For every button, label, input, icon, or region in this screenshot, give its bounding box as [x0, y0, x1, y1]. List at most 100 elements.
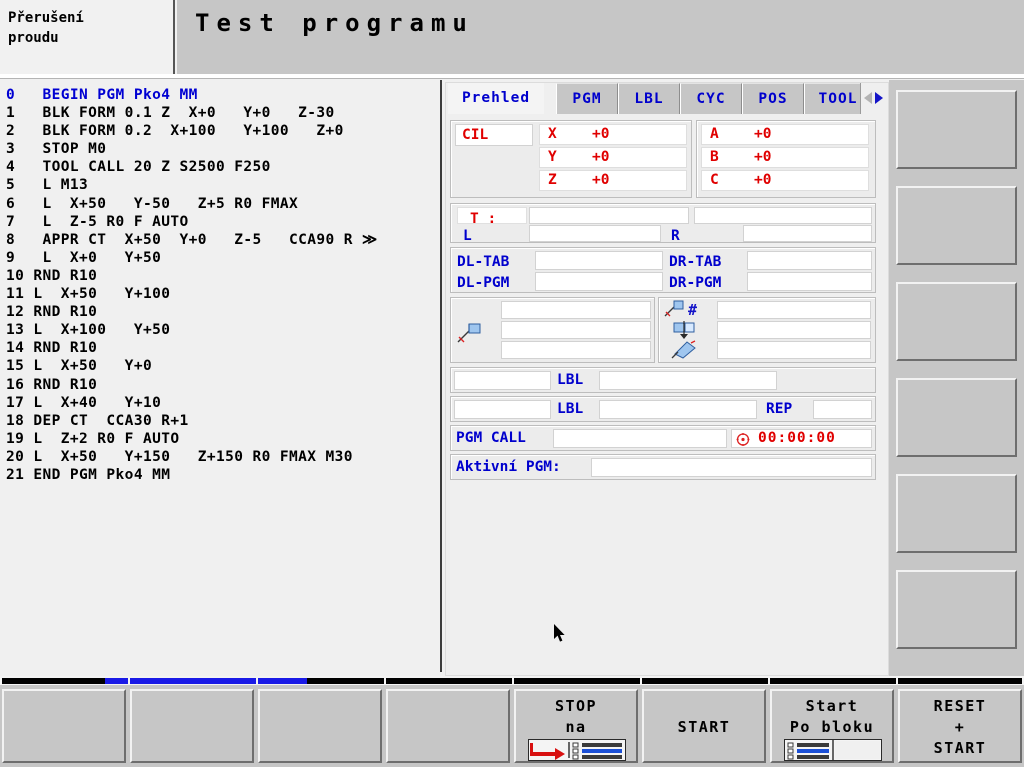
program-line[interactable]: 9 L X+0 Y+50: [0, 249, 440, 267]
vertical-softkey-5[interactable]: [896, 474, 1017, 553]
lbl2-number: [454, 400, 551, 419]
timer-value: 00:00:00: [758, 430, 836, 446]
program-line[interactable]: 21 END PGM Pko4 MM: [0, 466, 440, 484]
softkey-4[interactable]: [386, 689, 510, 763]
dr-pgm-label-box: DR-PGM: [667, 272, 745, 291]
program-line[interactable]: 0 BEGIN PGM Pko4 MM: [0, 86, 440, 104]
softkey-1[interactable]: [2, 689, 126, 763]
axis-row-x: X +0: [539, 124, 687, 145]
program-line[interactable]: 12 RND R10: [0, 303, 440, 321]
softkey-reset-line3: START: [933, 739, 987, 757]
rotation-icon: [671, 340, 699, 364]
program-line[interactable]: 5 L M13: [0, 176, 440, 194]
softkey-single-block[interactable]: Start Po bloku: [770, 689, 894, 763]
tab-pgm[interactable]: PGM: [556, 83, 618, 114]
datum-shift-x: [501, 301, 651, 319]
softkey-start[interactable]: START: [642, 689, 766, 763]
status-panel-body: CIL X +0 Y +0 Z +0 A +0 B +0 C +0 T: L …: [446, 116, 888, 675]
top-bar-divider: [0, 74, 1024, 79]
cnc-control-screen: Přerušení proudu Test programu 0 BEGIN P…: [0, 0, 1024, 767]
mouse-cursor: [554, 624, 566, 643]
vertical-softkey-2[interactable]: [896, 186, 1017, 265]
axes-group-linear: CIL X +0 Y +0 Z +0: [450, 120, 692, 198]
axis-name: Z: [548, 172, 557, 188]
axis-name: C: [710, 172, 719, 188]
program-line[interactable]: 16 RND R10: [0, 376, 440, 394]
vertical-softkey-column: [889, 80, 1024, 676]
datum-number-value: [717, 301, 871, 319]
softkey-start-label: START: [677, 718, 731, 736]
program-line[interactable]: 15 L X+50 Y+0: [0, 357, 440, 375]
dl-pgm-label-box: DL-PGM: [455, 272, 533, 291]
program-line[interactable]: 10 RND R10: [0, 267, 440, 285]
tab-cyc[interactable]: CYC: [680, 83, 742, 114]
axes-group-rotary: A +0 B +0 C +0: [696, 120, 876, 198]
timer-field: 00:00:00: [731, 429, 872, 448]
tab-scroll-arrows[interactable]: [860, 83, 886, 114]
softkey-singleblock-line1: Start: [805, 697, 859, 715]
softkey-3[interactable]: [258, 689, 382, 763]
program-line[interactable]: 18 DEP CT CCA30 R+1: [0, 412, 440, 430]
program-line[interactable]: 2 BLK FORM 0.2 X+100 Y+100 Z+0: [0, 122, 440, 140]
label-row-1: LBL: [450, 367, 876, 393]
softkey-stop-at-block[interactable]: STOP na: [514, 689, 638, 763]
axis-row-a: A +0: [701, 124, 869, 145]
program-line[interactable]: 17 L X+40 Y+10: [0, 394, 440, 412]
axis-row-c: C +0: [701, 170, 869, 191]
chevron-right-icon[interactable]: [875, 92, 883, 104]
bottom-softkey-bar: STOP na START Start Po bloku RESET + STA…: [0, 685, 1024, 767]
mode-title: Test programu: [195, 9, 474, 37]
program-line[interactable]: 20 L X+50 Y+150 Z+150 R0 FMAX M30: [0, 448, 440, 466]
cil-label-field: CIL: [455, 124, 533, 146]
program-line[interactable]: 19 L Z+2 R0 F AUTO: [0, 430, 440, 448]
program-line[interactable]: 8 APPR CT X+50 Y+0 Z-5 CCA90 R ≫: [0, 231, 440, 249]
tool-t-name: [694, 207, 872, 224]
pgm-call-label: PGM CALL: [456, 430, 526, 446]
lbl1-label: LBL: [557, 372, 584, 388]
program-line[interactable]: 14 RND R10: [0, 339, 440, 357]
dl-pgm-value: [535, 272, 663, 291]
program-line[interactable]: 11 L X+50 Y+100: [0, 285, 440, 303]
softkey-singleblock-line2: Po bloku: [789, 718, 875, 736]
lbl2-name-value: [599, 400, 757, 419]
vertical-softkey-3[interactable]: [896, 282, 1017, 361]
vertical-softkey-1[interactable]: [896, 90, 1017, 169]
pgm-call-row: PGM CALL 00:00:00: [450, 425, 876, 451]
status-info-panel: Prehled PGM LBL CYC POS TOOL CIL X +0 Y …: [445, 82, 889, 676]
softkey-reset-start[interactable]: RESET + START: [898, 689, 1022, 763]
program-line[interactable]: 4 TOOL CALL 20 Z S2500 F250: [0, 158, 440, 176]
svg-text:#: #: [688, 301, 697, 319]
tab-lbl[interactable]: LBL: [618, 83, 680, 114]
rotation-value: [717, 341, 871, 359]
program-line[interactable]: 13 L X+100 Y+50: [0, 321, 440, 339]
dr-tab-label: DR-TAB: [669, 254, 722, 270]
softkey-2[interactable]: [130, 689, 254, 763]
tab-pos[interactable]: POS: [742, 83, 804, 114]
dl-pgm-label: DL-PGM: [457, 275, 510, 291]
program-line[interactable]: 7 L Z-5 R0 F AUTO: [0, 213, 440, 231]
program-line[interactable]: 3 STOP M0: [0, 140, 440, 158]
axis-name: B: [710, 149, 719, 165]
program-listing[interactable]: 0 BEGIN PGM Pko4 MM 1 BLK FORM 0.1 Z X+0…: [0, 80, 442, 672]
softkey-stop-line2: na: [565, 718, 587, 736]
datum-shift-group: [450, 297, 655, 363]
axis-value: +0: [754, 149, 772, 165]
tool-r-label: R: [671, 228, 680, 244]
mode-title-box: Test programu: [177, 0, 1024, 74]
axis-name: X: [548, 126, 557, 142]
program-line[interactable]: 6 L X+50 Y-50 Z+5 R0 FMAX: [0, 195, 440, 213]
vertical-softkey-6[interactable]: [896, 570, 1017, 649]
active-pgm-label: Aktivní PGM:: [456, 459, 561, 475]
lbl1-name-value: [599, 371, 777, 390]
tab-prehled[interactable]: Prehled: [448, 83, 544, 114]
machine-status-box: Přerušení proudu: [0, 0, 175, 74]
axis-value: +0: [592, 149, 610, 165]
chevron-left-icon[interactable]: [864, 92, 872, 104]
vertical-softkey-4[interactable]: [896, 378, 1017, 457]
program-line[interactable]: 1 BLK FORM 0.1 Z X+0 Y+0 Z-30: [0, 104, 440, 122]
transform-group: #: [658, 297, 876, 363]
tool-l-label: L: [463, 228, 472, 244]
tool-delta-group: DL-TAB DR-TAB DL-PGM DR-PGM: [450, 247, 876, 293]
mirror-value: [717, 321, 871, 339]
datum-shift-y: [501, 321, 651, 339]
